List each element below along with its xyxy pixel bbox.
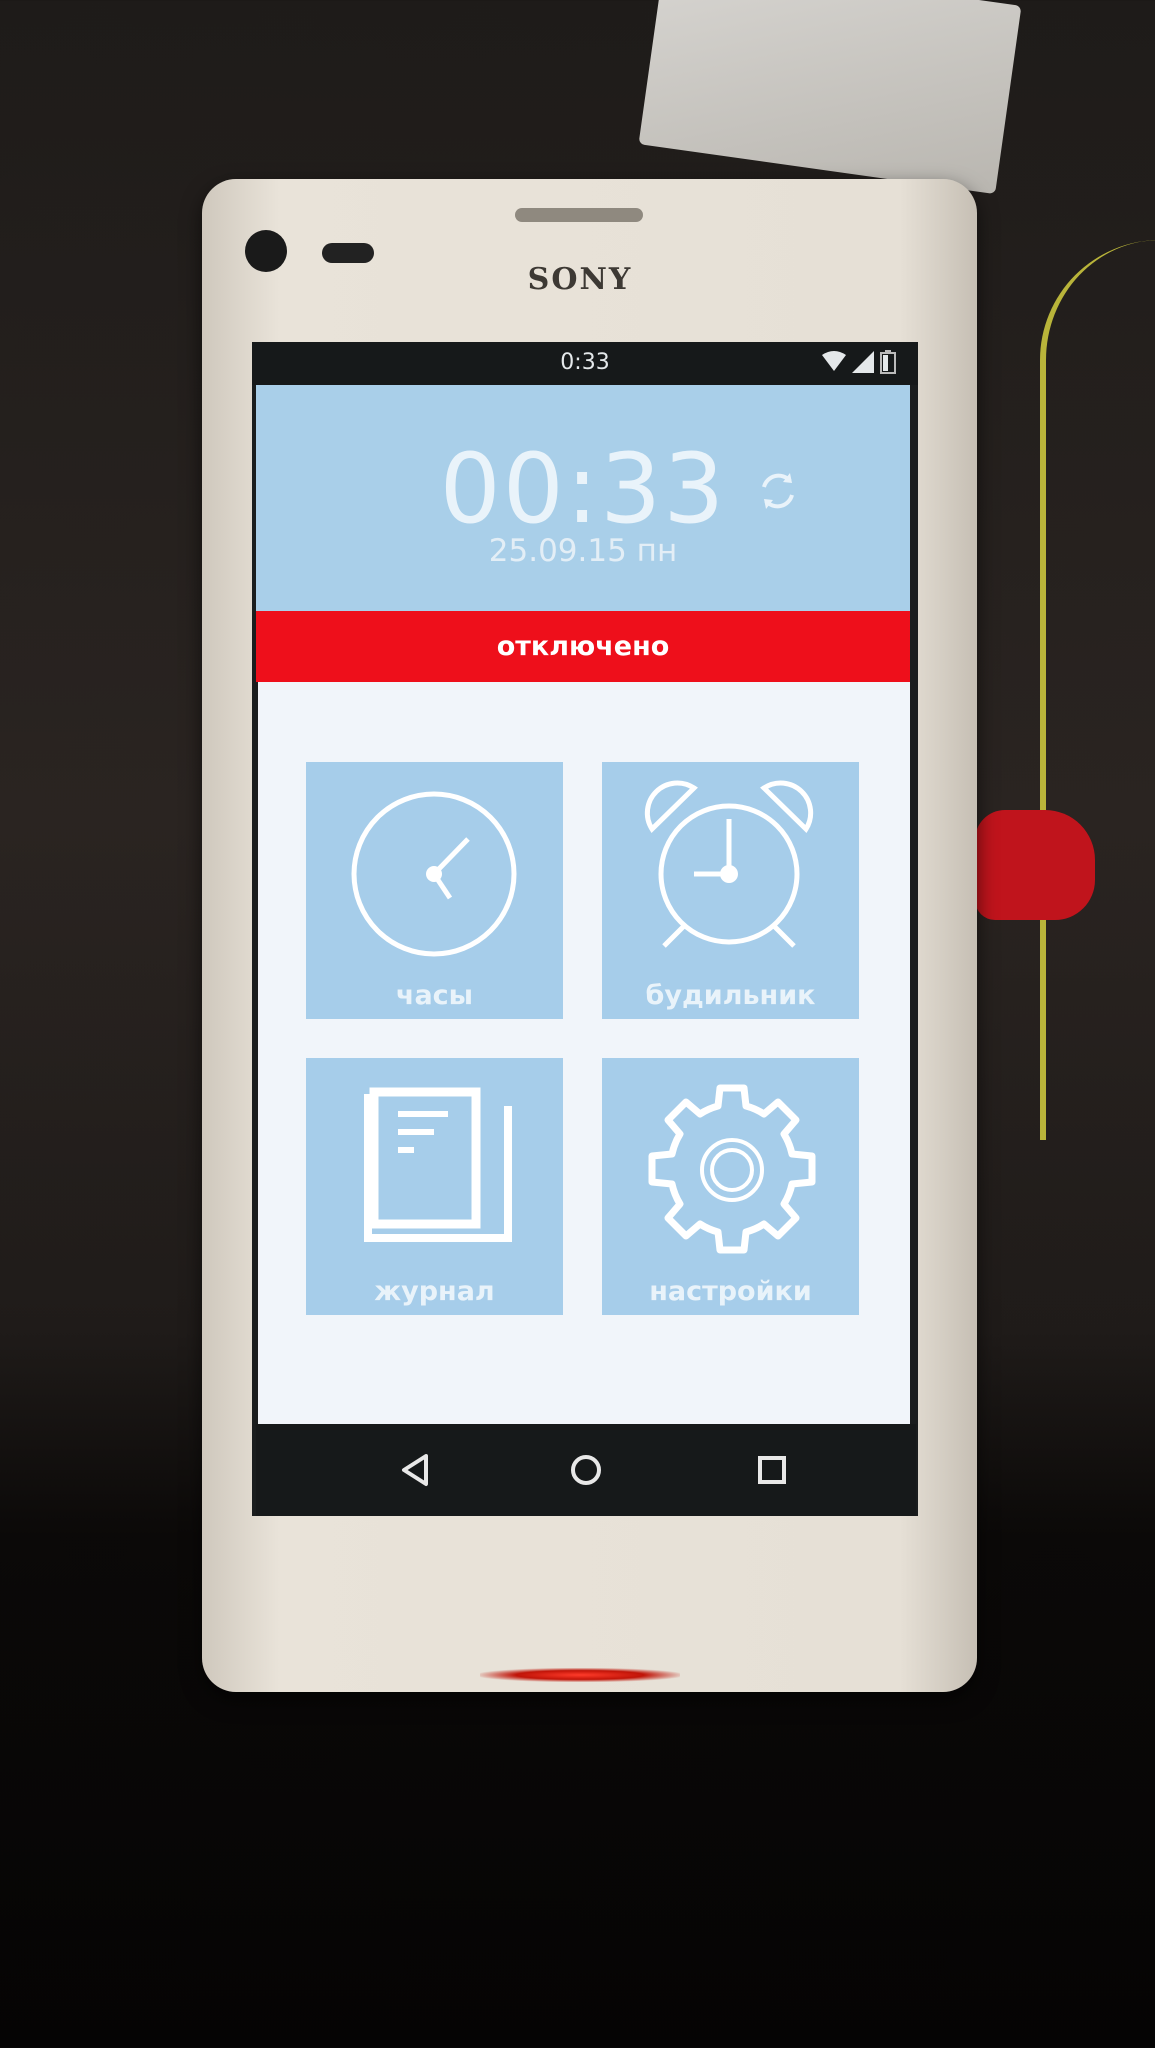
battery-icon <box>880 350 896 374</box>
clock-header: 00:33 25.09.15 пн <box>256 385 910 611</box>
tile-settings[interactable]: настройки <box>602 1058 859 1315</box>
phone-screen: 0:33 00:33 25.09.15 пн отключено часы бу… <box>252 342 918 1516</box>
home-icon[interactable] <box>566 1450 606 1490</box>
tile-clock[interactable]: часы <box>306 762 563 1019</box>
navigation-bar <box>256 1424 916 1516</box>
tile-label: настройки <box>649 1276 812 1307</box>
current-time: 00:33 <box>439 433 727 545</box>
alarm-clock-icon <box>644 780 814 948</box>
notification-led <box>480 1668 680 1682</box>
clock-icon <box>351 791 517 957</box>
earpiece-speaker <box>515 208 643 222</box>
brand-logo: SONY <box>527 262 633 297</box>
current-date: 25.09.15 пн <box>488 533 678 569</box>
back-icon[interactable] <box>396 1450 436 1490</box>
gear-icon <box>648 1084 816 1254</box>
menu-grid: часы будильник журнал настройки <box>258 682 910 1424</box>
front-camera <box>245 230 287 272</box>
proximity-sensor <box>322 243 374 263</box>
tile-alarm[interactable]: будильник <box>602 762 859 1019</box>
sync-icon[interactable] <box>756 469 800 513</box>
tile-label: будильник <box>645 980 816 1011</box>
status-bar: 0:33 <box>252 342 918 385</box>
status-time: 0:33 <box>560 350 610 375</box>
yellow-cable <box>1040 240 1155 1140</box>
crumpled-paper <box>638 0 1022 195</box>
tile-journal[interactable]: журнал <box>306 1058 563 1315</box>
recents-icon[interactable] <box>752 1450 792 1490</box>
wifi-icon <box>822 351 846 371</box>
tile-label: журнал <box>374 1276 495 1307</box>
signal-icon <box>852 351 874 373</box>
status-banner[interactable]: отключено <box>256 611 910 682</box>
journal-book-icon <box>364 1087 512 1242</box>
red-clip <box>975 810 1095 920</box>
tile-label: часы <box>395 980 474 1011</box>
status-icons <box>822 350 896 374</box>
